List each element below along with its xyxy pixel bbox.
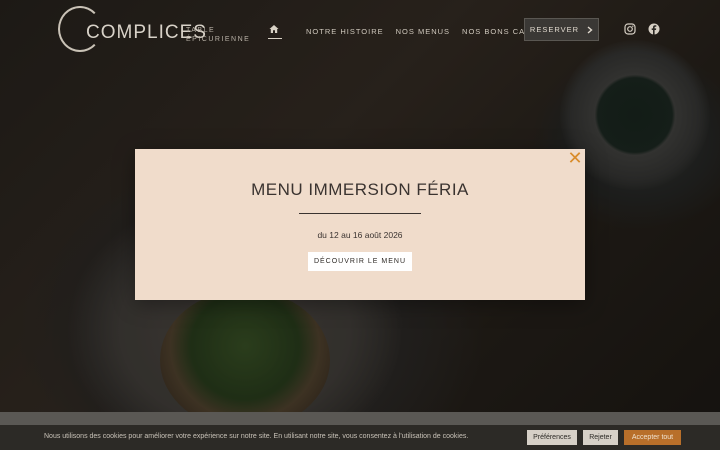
- logo-tagline: TABLE ÉPICURIENNE: [186, 26, 266, 44]
- cookie-message: Nous utilisons des cookies pour améliore…: [44, 433, 469, 440]
- close-icon[interactable]: ✕: [567, 150, 583, 168]
- logo-tagline-line2: ÉPICURIENNE: [186, 36, 251, 43]
- instagram-icon[interactable]: [624, 23, 636, 35]
- modal-date: du 12 au 16 août 2026: [317, 230, 403, 240]
- cookie-preferences-button[interactable]: Préférences: [527, 430, 577, 445]
- modal-title: MENU IMMERSION FÉRIA: [251, 180, 469, 199]
- nav-home-link[interactable]: [268, 23, 282, 39]
- reserve-button-label: RESERVER: [529, 25, 580, 34]
- discover-menu-button[interactable]: DÉCOUVRIR LE MENU: [308, 252, 412, 271]
- logo-tagline-line1: TABLE: [186, 27, 216, 34]
- cookie-reject-button[interactable]: Rejeter: [583, 430, 618, 445]
- event-popup-modal: ✕ MENU IMMERSION FÉRIA du 12 au 16 août …: [135, 149, 585, 300]
- nav-item-nos-menus[interactable]: NOS MENUS: [396, 27, 450, 36]
- cookie-accept-all-button[interactable]: Accepter tout: [624, 430, 681, 445]
- site-header: COMPLICES TABLE ÉPICURIENNE NOTRE HISTOI…: [0, 0, 720, 62]
- facebook-icon[interactable]: [648, 23, 660, 35]
- site-logo[interactable]: COMPLICES TABLE ÉPICURIENNE: [58, 6, 258, 56]
- nav-item-notre-histoire[interactable]: NOTRE HISTOIRE: [306, 27, 384, 36]
- main-nav: NOTRE HISTOIRE NOS MENUS NOS BONS CADEAU…: [268, 23, 556, 39]
- chevron-right-icon: [587, 25, 593, 34]
- home-icon: [269, 25, 279, 33]
- cookie-bar-shadow: [0, 412, 720, 425]
- cookie-consent-bar: Nous utilisons des cookies pour améliore…: [0, 425, 720, 450]
- reserve-button[interactable]: RESERVER: [524, 18, 599, 41]
- modal-divider: [299, 213, 421, 214]
